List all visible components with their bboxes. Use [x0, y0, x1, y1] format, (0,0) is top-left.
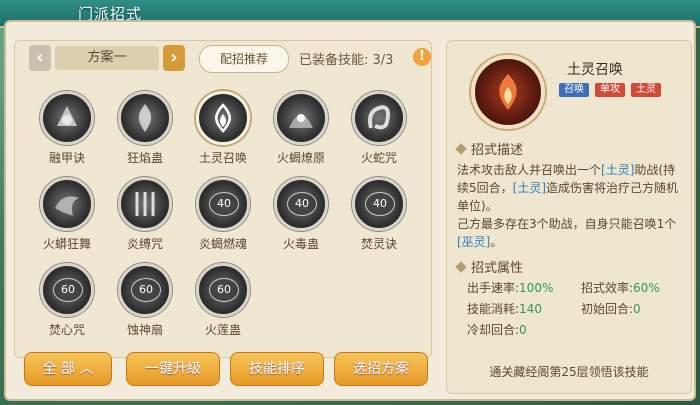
skill-name: 焚灵诀: [360, 237, 397, 251]
all-filter-button[interactable]: 全 部 ︿: [24, 352, 112, 386]
attr-initial-round: 初始回合:0: [581, 302, 641, 316]
skill-name: 融甲诀: [48, 151, 85, 165]
skill-icon: [196, 91, 250, 145]
skill-item[interactable]: 60 火莲蛊: [187, 263, 259, 343]
warning-icon[interactable]: !: [413, 48, 431, 66]
attr-speed: 出手速率:100%: [467, 281, 554, 295]
skill-item[interactable]: 狂焰蛊: [109, 91, 181, 171]
skill-name: 蚀神扇: [126, 323, 163, 337]
skill-icon: [118, 91, 172, 145]
selected-skill-icon: [471, 55, 545, 129]
skill-icon: [118, 177, 172, 231]
skill-icon: [40, 91, 94, 145]
skills-panel: ‹ 方案一 › 配招推荐 已装备技能: 3/3 ! 融甲诀 狂焰蛊 土灵召唤 火…: [4, 20, 696, 401]
plan-selector[interactable]: 方案一: [55, 46, 159, 70]
desc-heading: 招式描述: [455, 139, 523, 158]
flame-icon: [499, 74, 517, 110]
skill-name: 火毒蛊: [282, 237, 319, 251]
skill-item[interactable]: 土灵召唤: [187, 91, 259, 171]
skill-title: 土灵召唤: [567, 62, 623, 78]
level-lock-badge: 40: [209, 192, 239, 216]
attr-heading: 招式属性: [455, 257, 523, 276]
skill-icon: 60: [196, 263, 250, 317]
skill-item[interactable]: 40 火毒蛊: [265, 177, 337, 257]
skill-icon: [274, 91, 328, 145]
unlock-hint: 通关藏经阁第25层领悟该技能: [489, 365, 649, 379]
level-lock-badge: 40: [365, 192, 395, 216]
skill-item[interactable]: 40 焚灵诀: [343, 177, 415, 257]
attr-cooldown: 冷却回合:0: [467, 323, 527, 337]
skill-name: 炎缚咒: [126, 237, 163, 251]
skill-name: 火莲蛊: [204, 323, 241, 337]
choose-plan-button[interactable]: 选招方案: [334, 352, 428, 386]
level-lock-badge: 60: [131, 278, 161, 302]
plan-toolbar: ‹ 方案一 › 配招推荐 已装备技能: 3/3 !: [15, 41, 431, 85]
tag-badge: 土灵: [631, 83, 661, 97]
skill-icon: 60: [118, 263, 172, 317]
skill-name: 土灵召唤: [198, 151, 247, 165]
skill-item[interactable]: 融甲诀: [31, 91, 103, 171]
skill-description: 法术攻击敌人并召唤出一个[土灵]助战(持续5回合，[土灵]造成伤害将治疗己方随机…: [457, 163, 679, 249]
skill-icon: 40: [196, 177, 250, 231]
skill-item[interactable]: 炎缚咒: [109, 177, 181, 257]
skill-icon: [40, 177, 94, 231]
skill-icon: 60: [40, 263, 94, 317]
skill-detail-panel: 土灵召唤 召唤 单攻 土灵 招式描述 法术攻击敌人并召唤出一个[土灵]助战(持续…: [446, 40, 692, 394]
skill-name: 炎蝎燃魂: [198, 237, 247, 251]
upgrade-all-button[interactable]: 一键升级: [126, 352, 220, 386]
attr-efficiency: 招式效率:60%: [581, 281, 660, 295]
skill-name: 焚心咒: [48, 323, 85, 337]
skill-list-panel: ‹ 方案一 › 配招推荐 已装备技能: 3/3 ! 融甲诀 狂焰蛊 土灵召唤 火…: [14, 40, 432, 358]
skill-item[interactable]: 60 焚心咒: [31, 263, 103, 343]
skill-item[interactable]: 火蟒狂舞: [31, 177, 103, 257]
level-lock-badge: 60: [209, 278, 239, 302]
skill-item[interactable]: 60 蚀神扇: [109, 263, 181, 343]
skill-item[interactable]: 火蝎燎原: [265, 91, 337, 171]
skill-name: 火蛇咒: [360, 151, 397, 165]
tag-badge: 召唤: [559, 83, 589, 97]
level-lock-badge: 60: [53, 278, 83, 302]
attr-cost: 技能消耗:140: [467, 302, 542, 316]
skill-item[interactable]: 40 炎蝎燃魂: [187, 177, 259, 257]
level-lock-badge: 40: [287, 192, 317, 216]
diamond-icon: [455, 143, 467, 155]
equipped-count: 已装备技能: 3/3: [299, 53, 394, 68]
chevron-up-icon: ︿: [79, 361, 94, 377]
skill-name: 火蟒狂舞: [42, 237, 91, 251]
all-filter-label: 全 部: [42, 361, 75, 377]
diamond-icon: [455, 261, 467, 273]
skill-icon: [352, 91, 406, 145]
sort-skills-button[interactable]: 技能排序: [230, 352, 324, 386]
recommend-button[interactable]: 配招推荐: [199, 45, 289, 73]
tag-badge: 单攻: [595, 83, 625, 97]
next-plan-button[interactable]: ›: [163, 45, 185, 71]
skill-icon: 40: [352, 177, 406, 231]
skill-icon: 40: [274, 177, 328, 231]
skill-name: 狂焰蛊: [126, 151, 163, 165]
prev-plan-button[interactable]: ‹: [29, 45, 51, 71]
skill-item[interactable]: 火蛇咒: [343, 91, 415, 171]
skill-name: 火蝎燎原: [276, 151, 325, 165]
